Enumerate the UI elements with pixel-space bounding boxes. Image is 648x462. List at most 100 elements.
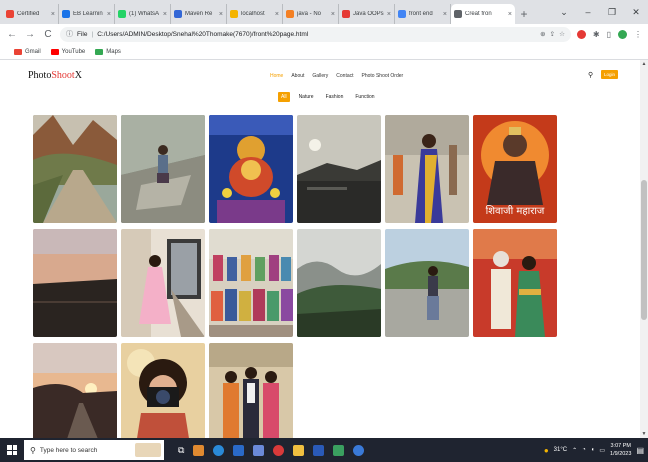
maximize-button[interactable]: ❐ — [600, 7, 624, 18]
new-tab-button[interactable]: + — [515, 4, 533, 24]
clock[interactable]: 3:07 PM 1/9/2023 — [610, 442, 631, 458]
weather-temp[interactable]: 31°C — [554, 447, 567, 453]
filter-button[interactable]: All — [278, 92, 290, 102]
page-scrollbar[interactable]: ▲ ▼ — [640, 60, 648, 438]
nav-link[interactable]: Photo Shoot Order — [362, 73, 404, 79]
photo-girl-on-rocks[interactable] — [121, 115, 205, 223]
taskbar-search[interactable]: ⚲ Type here to search — [24, 440, 164, 460]
back-button[interactable]: ← — [6, 29, 18, 40]
start-button[interactable] — [0, 438, 24, 462]
tab-close-icon[interactable]: × — [275, 11, 279, 18]
menu-kebab-icon[interactable]: ⋮ — [634, 30, 642, 39]
nav-link[interactable]: Contact — [336, 73, 353, 79]
tab-close-icon[interactable]: × — [387, 11, 391, 18]
bookmark-star-icon[interactable]: ☆ — [559, 30, 565, 38]
info-icon[interactable]: ⓘ — [66, 29, 73, 39]
photo-misty-hills[interactable] — [297, 229, 381, 337]
browser-tab[interactable]: front end × — [395, 4, 451, 24]
tab-close-icon[interactable]: × — [508, 11, 512, 18]
photo-wedding-couple[interactable] — [473, 229, 557, 337]
tab-title: localhost — [241, 11, 265, 17]
nav-link[interactable]: About — [291, 73, 304, 79]
filter-button[interactable]: Fashion — [323, 92, 347, 102]
browser-tab[interactable]: (1) WhatsA × — [115, 4, 171, 24]
app-icon-taskbar-2[interactable] — [253, 444, 265, 456]
tab-close-icon[interactable]: × — [163, 11, 167, 18]
tab-close-icon[interactable]: × — [219, 11, 223, 18]
photo-girl-pink-dress[interactable] — [121, 229, 205, 337]
edge-icon[interactable] — [213, 444, 225, 456]
opera-icon[interactable] — [273, 444, 285, 456]
tab-close-icon[interactable]: × — [107, 11, 111, 18]
search-icon[interactable]: ⚲ — [588, 71, 593, 79]
photo-forest-path[interactable] — [33, 115, 117, 223]
bookmark-item[interactable]: Gmail — [14, 48, 41, 55]
browser-tab[interactable]: localhost × — [227, 4, 283, 24]
filter-button[interactable]: Nature — [296, 92, 317, 102]
reload-button[interactable]: C — [42, 29, 54, 40]
task-view-icon[interactable]: ⧉ — [178, 445, 184, 456]
notifications-icon[interactable]: ▤ — [636, 446, 644, 455]
tab-favicon-icon — [174, 10, 182, 18]
tab-close-icon[interactable]: × — [331, 11, 335, 18]
mail-icon[interactable] — [233, 444, 245, 456]
address-scheme: File — [77, 30, 88, 38]
browser-tab[interactable]: Creat fron × — [451, 4, 515, 24]
opera-extension-icon[interactable] — [576, 29, 586, 39]
browser-tab[interactable]: EB Learnin × — [59, 4, 115, 24]
photo-sunset-railway[interactable] — [33, 343, 117, 438]
photo-caption: शिवाजी महाराज — [485, 206, 545, 217]
share-icon[interactable]: ⇪ — [550, 30, 555, 38]
address-bar[interactable]: ⓘ File | C:/Users/ADMIN/Desktop/Snehal%2… — [60, 26, 571, 42]
photo-dusk-field[interactable] — [33, 229, 117, 337]
tray-chevron-icon[interactable]: ⌃ — [572, 447, 577, 454]
forward-button[interactable]: → — [24, 29, 36, 40]
app-icon-taskbar-1[interactable] — [193, 444, 205, 456]
puzzle-icon[interactable]: ✱ — [593, 30, 600, 39]
photo-family-portrait[interactable] — [209, 343, 293, 438]
minimize-button[interactable]: – — [576, 7, 600, 17]
tab-close-icon[interactable]: × — [443, 11, 447, 18]
browser-tab[interactable]: Certified × — [3, 4, 59, 24]
tab-title: EB Learnin — [73, 11, 103, 17]
photo-group-gathering[interactable] — [209, 229, 293, 337]
bookmark-item[interactable]: Maps — [95, 48, 121, 55]
volume-icon[interactable]: ◖ — [591, 447, 595, 453]
file-explorer-icon[interactable] — [293, 444, 305, 456]
browser-tab[interactable]: Java OOPs × — [339, 4, 395, 24]
scrollbar-thumb[interactable] — [641, 180, 647, 320]
photo-sunset-lake[interactable] — [297, 115, 381, 223]
browser-tab[interactable]: java - No × — [283, 4, 339, 24]
tab-search-icon[interactable]: ⌄ — [552, 7, 576, 18]
photo-woman-saree[interactable] — [385, 115, 469, 223]
network-icon[interactable]: ◔ — [582, 447, 586, 453]
chrome-icon[interactable] — [353, 444, 365, 456]
app-icon-taskbar-3[interactable] — [333, 444, 345, 456]
bookmark-item[interactable]: YouTube — [50, 48, 85, 55]
photo-woman-camera[interactable] — [121, 343, 205, 438]
browser-tab[interactable]: Maven Re × — [171, 4, 227, 24]
tab-close-icon[interactable]: × — [51, 11, 55, 18]
site-logo[interactable]: PhotoShootX — [28, 70, 82, 81]
sidebar-icon[interactable]: ▯ — [607, 30, 611, 39]
profile-avatar[interactable] — [618, 29, 627, 39]
battery-icon[interactable]: ▭ — [599, 447, 605, 454]
login-button[interactable]: Login — [601, 70, 618, 79]
photo-shivaji-maharaj[interactable]: शिवाजी महाराज — [473, 115, 557, 223]
word-icon[interactable] — [313, 444, 325, 456]
scroll-down-icon[interactable]: ▼ — [640, 431, 648, 437]
page-viewport: PhotoShootX Home About Gallery Contact Photo… — [0, 60, 640, 438]
zoom-icon[interactable]: ⊕ — [540, 30, 545, 38]
filter-button[interactable]: Function — [352, 92, 377, 102]
close-window-button[interactable]: ✕ — [624, 7, 648, 18]
photo-ganesha-idol[interactable] — [209, 115, 293, 223]
address-url[interactable]: C:/Users/ADMIN/Desktop/Snehal%20Thomake(… — [97, 31, 308, 38]
scroll-up-icon[interactable]: ▲ — [640, 61, 648, 67]
tab-favicon-icon — [342, 10, 350, 18]
tab-favicon-icon — [6, 10, 14, 18]
weather-icon[interactable]: ● — [544, 446, 549, 455]
search-icon: ⚲ — [30, 445, 36, 455]
nav-link[interactable]: Home — [270, 73, 283, 79]
nav-link[interactable]: Gallery — [312, 73, 328, 79]
photo-girl-hilltop[interactable] — [385, 229, 469, 337]
